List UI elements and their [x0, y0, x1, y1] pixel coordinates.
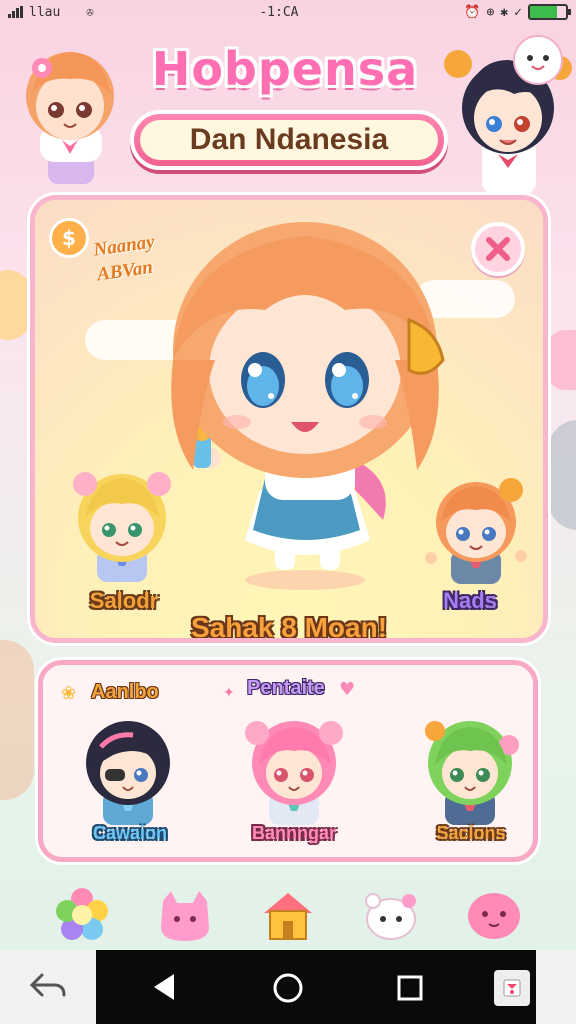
subtitle-button[interactable]: Dan Ndanesia [130, 110, 448, 170]
friend-card-2[interactable] [239, 715, 349, 825]
location-icon: ⊕ [486, 4, 495, 20]
close-button[interactable] [471, 222, 525, 276]
nav-extra-button[interactable] [494, 970, 530, 1006]
friends-card: ❀ Aanlbo ✦ Pentaite ♥ Cawaion Bannngar S… [38, 660, 538, 862]
triangle-back-icon [154, 974, 174, 1000]
bottom-tab-bar [0, 880, 576, 950]
blob-icon [468, 893, 521, 939]
corner-character-left [10, 24, 130, 194]
bluetooth-icon: ✱ [500, 4, 509, 20]
banner-text: Sahak 8 Moan! [190, 612, 388, 643]
signal-icon [8, 6, 23, 18]
nav-recents-button[interactable] [396, 974, 424, 1006]
friend-card-3[interactable] [415, 715, 525, 825]
sparkle-icon: ❀ [61, 683, 77, 704]
left-character-name: Salodr [89, 588, 159, 613]
system-nav-bar [0, 950, 576, 1024]
coin-icon[interactable]: $ [49, 218, 89, 258]
square-recents-icon [397, 975, 423, 1001]
circle-home-icon [273, 973, 303, 1003]
corner-character-right [442, 30, 576, 195]
friend-3-name: Sacions [436, 823, 506, 843]
nav-back-button[interactable] [150, 972, 180, 1006]
clock: -1:CA [259, 4, 299, 20]
flower-icon [55, 888, 108, 940]
main-card: $ Naanay ABVan Salodr Nads Sahak 8 Moan! [30, 195, 548, 643]
nav-right-edge [536, 950, 576, 1024]
subtitle-button-label: Dan Ndanesia [189, 123, 389, 156]
hero-character[interactable] [145, 210, 455, 590]
alarm-icon: ⏰ [464, 4, 481, 20]
tab-ghost[interactable] [360, 884, 422, 946]
side-bubble-right [545, 330, 576, 390]
nfc-icon: ✓ [514, 4, 522, 20]
camera-icon: ✇ [86, 5, 94, 19]
side-bubble-right-2 [548, 420, 576, 530]
ghost-icon [365, 893, 417, 940]
tab-pet[interactable] [154, 884, 216, 946]
battery-icon [527, 4, 571, 20]
friend-1-name: Cawaion [92, 823, 167, 843]
app-shortcut-icon [503, 979, 521, 997]
section-center-label: Pentaite [247, 677, 325, 699]
right-character-name: Nads [443, 588, 497, 613]
pet-icon [160, 891, 209, 941]
tab-flower[interactable] [51, 884, 113, 946]
home-icon [263, 893, 312, 940]
app-title-text: Hobpensa [151, 42, 419, 96]
tab-home[interactable] [257, 884, 319, 946]
back-gesture-button[interactable] [0, 950, 96, 1024]
section-left-label: Aanlbo [91, 681, 159, 703]
friend-2-name: Bannngar [251, 823, 336, 843]
status-bar: llau ✇ -1:CA ⏰ ⊕ ✱ ✓ [0, 0, 576, 24]
tab-blob[interactable] [463, 884, 525, 946]
undo-arrow-icon [29, 973, 66, 997]
app-title: Hobpensa [140, 42, 430, 96]
side-bubble-left-2 [0, 640, 34, 800]
close-icon [486, 237, 510, 261]
star-icon: ✦ [223, 685, 235, 701]
left-character[interactable] [63, 462, 181, 582]
nav-home-button[interactable] [272, 972, 304, 1008]
right-character[interactable] [417, 474, 535, 594]
friend-card-1[interactable] [73, 715, 183, 825]
heart-icon: ♥ [339, 679, 356, 700]
carrier-label: llau [29, 4, 61, 20]
